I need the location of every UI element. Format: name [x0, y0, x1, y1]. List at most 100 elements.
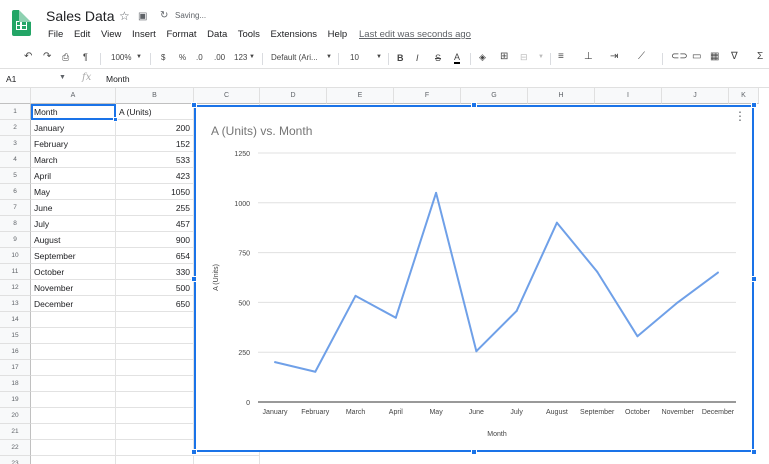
- row-header[interactable]: 14: [0, 312, 31, 328]
- insert-chart-icon[interactable]: ▦: [710, 51, 719, 62]
- row-header[interactable]: 7: [0, 200, 31, 216]
- row-header[interactable]: 9: [0, 232, 31, 248]
- column-header[interactable]: I: [595, 88, 662, 104]
- vertical-align-icon[interactable]: ⊥: [584, 51, 593, 62]
- cell[interactable]: 500: [116, 280, 194, 296]
- cell[interactable]: [116, 360, 194, 376]
- chevron-down-icon[interactable]: ▼: [376, 54, 382, 60]
- cell[interactable]: 533: [116, 152, 194, 168]
- text-wrap-icon[interactable]: ⇥: [610, 51, 618, 62]
- menu-data[interactable]: Data: [207, 29, 227, 40]
- font-size-select[interactable]: 10: [350, 53, 359, 62]
- last-edit-link[interactable]: Last edit was seconds ago: [359, 29, 471, 40]
- cell[interactable]: August: [31, 232, 116, 248]
- row-header[interactable]: 15: [0, 328, 31, 344]
- menu-format[interactable]: Format: [166, 29, 196, 40]
- row-header[interactable]: 19: [0, 392, 31, 408]
- cell[interactable]: 1050: [116, 184, 194, 200]
- zoom-select[interactable]: 100%: [111, 53, 131, 62]
- cell[interactable]: [31, 440, 116, 456]
- column-header[interactable]: A: [31, 88, 116, 104]
- strikethrough-button[interactable]: S: [435, 53, 441, 63]
- star-icon[interactable]: ☆: [119, 9, 130, 23]
- menu-file[interactable]: File: [48, 29, 63, 40]
- cell[interactable]: [116, 408, 194, 424]
- resize-handle[interactable]: [751, 276, 757, 282]
- cell[interactable]: 423: [116, 168, 194, 184]
- menu-extensions[interactable]: Extensions: [271, 29, 317, 40]
- row-header[interactable]: 20: [0, 408, 31, 424]
- menu-insert[interactable]: Insert: [132, 29, 156, 40]
- menu-tools[interactable]: Tools: [238, 29, 260, 40]
- row-header[interactable]: 18: [0, 376, 31, 392]
- cell[interactable]: [31, 376, 116, 392]
- cell[interactable]: [116, 344, 194, 360]
- fill-handle[interactable]: [113, 117, 118, 122]
- chevron-down-icon[interactable]: ▼: [136, 54, 142, 60]
- cell[interactable]: 654: [116, 248, 194, 264]
- row-header[interactable]: 22: [0, 440, 31, 456]
- cell[interactable]: September: [31, 248, 116, 264]
- row-header[interactable]: 17: [0, 360, 31, 376]
- row-header[interactable]: 21: [0, 424, 31, 440]
- document-title[interactable]: Sales Data: [46, 8, 114, 24]
- undo-icon[interactable]: ↶: [24, 51, 32, 62]
- row-header[interactable]: 8: [0, 216, 31, 232]
- column-header[interactable]: D: [260, 88, 327, 104]
- name-box[interactable]: A1: [6, 74, 16, 84]
- cell[interactable]: [116, 312, 194, 328]
- print-icon[interactable]: ⎙: [62, 52, 69, 63]
- cell[interactable]: Month: [31, 104, 116, 120]
- cell[interactable]: January: [31, 120, 116, 136]
- insert-comment-icon[interactable]: ▭: [692, 51, 701, 62]
- merge-cells-icon[interactable]: ⊟: [520, 52, 528, 63]
- chevron-down-icon[interactable]: ▼: [59, 74, 66, 81]
- resize-handle[interactable]: [191, 449, 197, 455]
- paint-format-icon[interactable]: ¶: [83, 52, 88, 62]
- row-header[interactable]: 13: [0, 296, 31, 312]
- cell[interactable]: May: [31, 184, 116, 200]
- cell[interactable]: 255: [116, 200, 194, 216]
- column-header[interactable]: J: [662, 88, 729, 104]
- cell[interactable]: October: [31, 264, 116, 280]
- column-header[interactable]: E: [327, 88, 394, 104]
- cell[interactable]: March: [31, 152, 116, 168]
- more-formats-button[interactable]: 123: [234, 53, 247, 62]
- bold-button[interactable]: B: [397, 53, 404, 63]
- row-header[interactable]: 6: [0, 184, 31, 200]
- menu-help[interactable]: Help: [328, 29, 348, 40]
- cell[interactable]: December: [31, 296, 116, 312]
- resize-handle[interactable]: [191, 102, 197, 108]
- italic-button[interactable]: I: [416, 53, 419, 63]
- chevron-down-icon[interactable]: ▼: [538, 54, 544, 60]
- sheets-logo-icon[interactable]: [12, 10, 31, 36]
- resize-handle[interactable]: [751, 102, 757, 108]
- cell[interactable]: [31, 328, 116, 344]
- row-header[interactable]: 11: [0, 264, 31, 280]
- cell[interactable]: [31, 456, 116, 464]
- cell[interactable]: 650: [116, 296, 194, 312]
- resize-handle[interactable]: [471, 102, 477, 108]
- cell[interactable]: [31, 408, 116, 424]
- column-header[interactable]: H: [528, 88, 595, 104]
- fill-color-icon[interactable]: ◈: [479, 52, 486, 63]
- line-chart[interactable]: ⋮ A (Units) vs. Month 0 250 500 750 1000 1250 J…: [194, 105, 754, 452]
- currency-format-button[interactable]: $: [161, 53, 165, 62]
- column-header[interactable]: C: [194, 88, 260, 104]
- cell[interactable]: July: [31, 216, 116, 232]
- cell[interactable]: February: [31, 136, 116, 152]
- filter-icon[interactable]: ∇: [731, 51, 738, 62]
- cell[interactable]: 457: [116, 216, 194, 232]
- decrease-decimal-button[interactable]: .0: [196, 53, 203, 62]
- row-header[interactable]: 3: [0, 136, 31, 152]
- cell[interactable]: [116, 424, 194, 440]
- cell[interactable]: [116, 456, 194, 464]
- cell[interactable]: 200: [116, 120, 194, 136]
- row-header[interactable]: 10: [0, 248, 31, 264]
- cell[interactable]: [31, 344, 116, 360]
- select-all-corner[interactable]: [0, 88, 31, 104]
- cell[interactable]: [31, 424, 116, 440]
- cell[interactable]: [116, 392, 194, 408]
- column-header[interactable]: B: [116, 88, 194, 104]
- resize-handle[interactable]: [751, 449, 757, 455]
